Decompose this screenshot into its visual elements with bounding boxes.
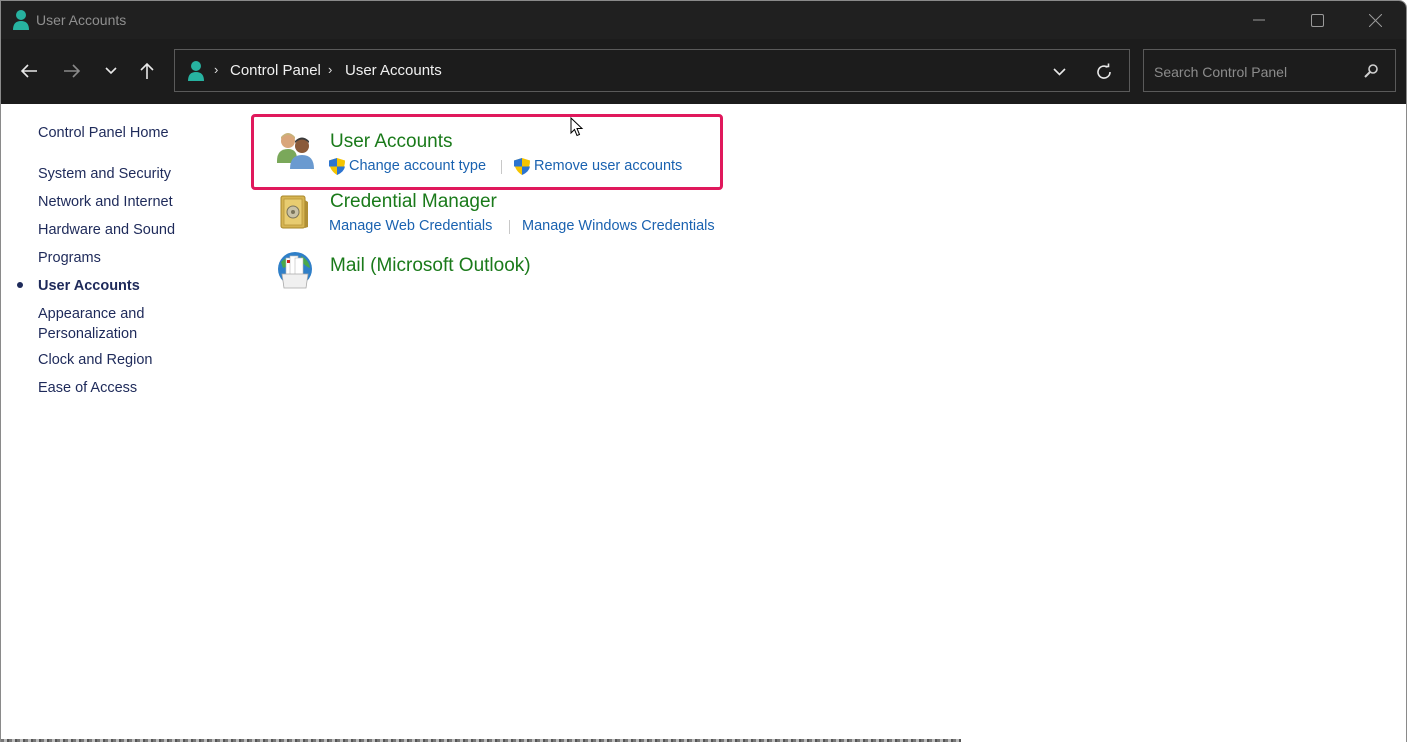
navigation-bar: › Control Panel › User Accounts — [1, 39, 1406, 104]
link-remove-user-accounts[interactable]: Remove user accounts — [534, 158, 682, 174]
sidebar-item-control-panel-home[interactable]: Control Panel Home — [38, 123, 169, 143]
sidebar-item-hardware-and-sound[interactable]: Hardware and Sound — [38, 220, 175, 240]
minimize-button[interactable] — [1230, 1, 1288, 39]
link-manage-web-credentials[interactable]: Manage Web Credentials — [329, 218, 492, 234]
user-accounts-app-icon — [12, 9, 30, 36]
up-button[interactable] — [133, 57, 161, 85]
refresh-button[interactable] — [1093, 61, 1115, 83]
category-title-user-accounts[interactable]: User Accounts — [330, 131, 453, 153]
sidebar-item-clock-and-region[interactable]: Clock and Region — [38, 350, 152, 370]
category-title-credential-manager[interactable]: Credential Manager — [330, 191, 497, 213]
breadcrumb-control-panel[interactable]: Control Panel — [230, 62, 321, 79]
chevron-down-icon — [105, 67, 117, 75]
link-separator — [509, 220, 510, 234]
category-title-mail[interactable]: Mail (Microsoft Outlook) — [330, 255, 531, 277]
back-button[interactable] — [15, 57, 43, 85]
safe-icon[interactable] — [278, 194, 310, 237]
sidebar-item-programs[interactable]: Programs — [38, 248, 101, 268]
minimize-icon — [1253, 19, 1265, 21]
uac-shield-icon — [513, 157, 531, 181]
search-box[interactable] — [1143, 49, 1396, 92]
recent-locations-button[interactable] — [97, 57, 125, 85]
address-dropdown-button[interactable] — [1049, 62, 1069, 82]
breadcrumb-user-accounts[interactable]: User Accounts — [345, 62, 442, 79]
chevron-down-icon — [1052, 68, 1066, 76]
breadcrumb-separator-icon[interactable]: › — [214, 62, 218, 77]
highlight-box — [251, 114, 723, 190]
maximize-icon — [1310, 13, 1324, 27]
link-change-account-type[interactable]: Change account type — [349, 158, 486, 174]
maximize-button[interactable] — [1288, 1, 1346, 39]
user-accounts-location-icon — [187, 60, 205, 87]
breadcrumb-separator-icon[interactable]: › — [328, 62, 332, 77]
sidebar-item-appearance-and-personalization[interactable]: Appearance and Personalization — [38, 304, 144, 344]
forward-arrow-icon — [64, 64, 81, 78]
uac-shield-icon — [328, 157, 346, 181]
link-manage-windows-credentials[interactable]: Manage Windows Credentials — [522, 218, 715, 234]
forward-button[interactable] — [58, 57, 86, 85]
sidebar-item-label-line2: Personalization — [38, 326, 138, 342]
sidebar-item-system-and-security[interactable]: System and Security — [38, 164, 171, 184]
back-arrow-icon — [20, 64, 37, 78]
control-panel-window: User Accounts › Control Panel › User Acc… — [0, 0, 1407, 742]
sidebar-item-network-and-internet[interactable]: Network and Internet — [38, 192, 173, 212]
sidebar-item-user-accounts[interactable]: User Accounts — [38, 276, 140, 296]
up-arrow-icon — [140, 62, 154, 79]
refresh-icon — [1097, 63, 1111, 79]
title-bar: User Accounts — [1, 1, 1406, 39]
sidebar-item-ease-of-access[interactable]: Ease of Access — [38, 378, 137, 398]
address-bar[interactable]: › Control Panel › User Accounts — [174, 49, 1130, 92]
link-separator — [501, 160, 502, 174]
search-input[interactable] — [1152, 60, 1356, 84]
mouse-cursor-icon — [570, 116, 584, 142]
users-icon[interactable] — [275, 131, 317, 176]
mail-globe-icon[interactable] — [275, 250, 315, 297]
active-item-bullet — [17, 282, 23, 288]
sidebar-item-label-line1: Appearance and — [38, 306, 145, 322]
close-icon — [1368, 13, 1382, 27]
close-button[interactable] — [1346, 1, 1404, 39]
search-icon[interactable] — [1363, 63, 1379, 84]
window-title: User Accounts — [36, 12, 127, 28]
